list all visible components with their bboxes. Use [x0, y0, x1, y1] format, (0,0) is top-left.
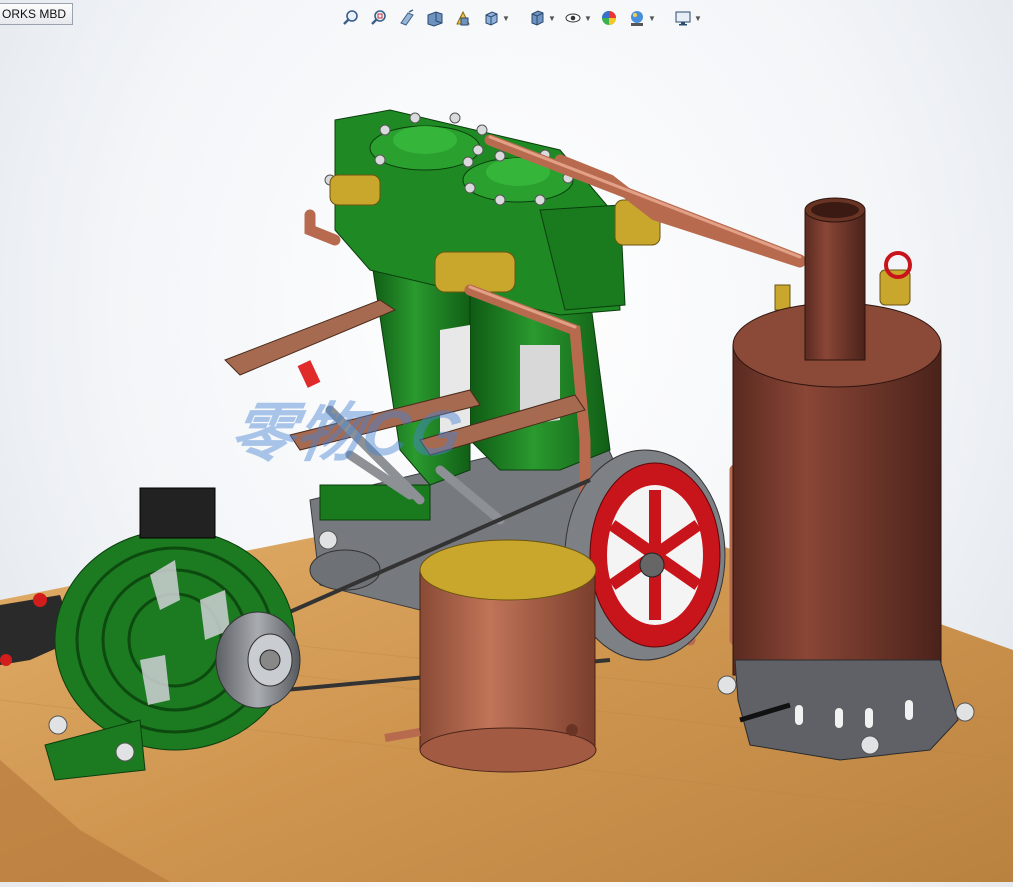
hide-show-items-dropdown-icon[interactable]: ▼ — [584, 14, 592, 23]
display-style-dropdown-icon[interactable]: ▼ — [548, 14, 556, 23]
view-settings-icon[interactable] — [672, 7, 694, 29]
heads-up-view-toolbar: ▼ ▼ ▼ ▼ ▼ — [340, 6, 702, 30]
view-orientation-icon[interactable] — [480, 7, 502, 29]
section-view-icon[interactable] — [424, 7, 446, 29]
apply-scene-dropdown-icon[interactable]: ▼ — [648, 14, 656, 23]
dynamic-annotation-views-icon[interactable] — [452, 7, 474, 29]
tab-label[interactable]: ORKS MBD — [0, 3, 74, 25]
previous-view-icon[interactable] — [396, 7, 418, 29]
display-style-icon[interactable] — [526, 7, 548, 29]
view-orientation-dropdown-icon[interactable]: ▼ — [502, 14, 510, 23]
edit-appearance-icon[interactable] — [598, 7, 620, 29]
apply-scene-icon[interactable] — [626, 7, 648, 29]
view-settings-dropdown-icon[interactable]: ▼ — [694, 14, 702, 23]
hide-show-items-icon[interactable] — [562, 7, 584, 29]
watermark: 零物CG — [224, 397, 470, 469]
zoom-to-fit-icon[interactable] — [340, 7, 362, 29]
graphics-area[interactable]: 零物CG — [0, 30, 1013, 882]
zoom-to-area-icon[interactable] — [368, 7, 390, 29]
steam-engine-model — [0, 109, 1013, 882]
